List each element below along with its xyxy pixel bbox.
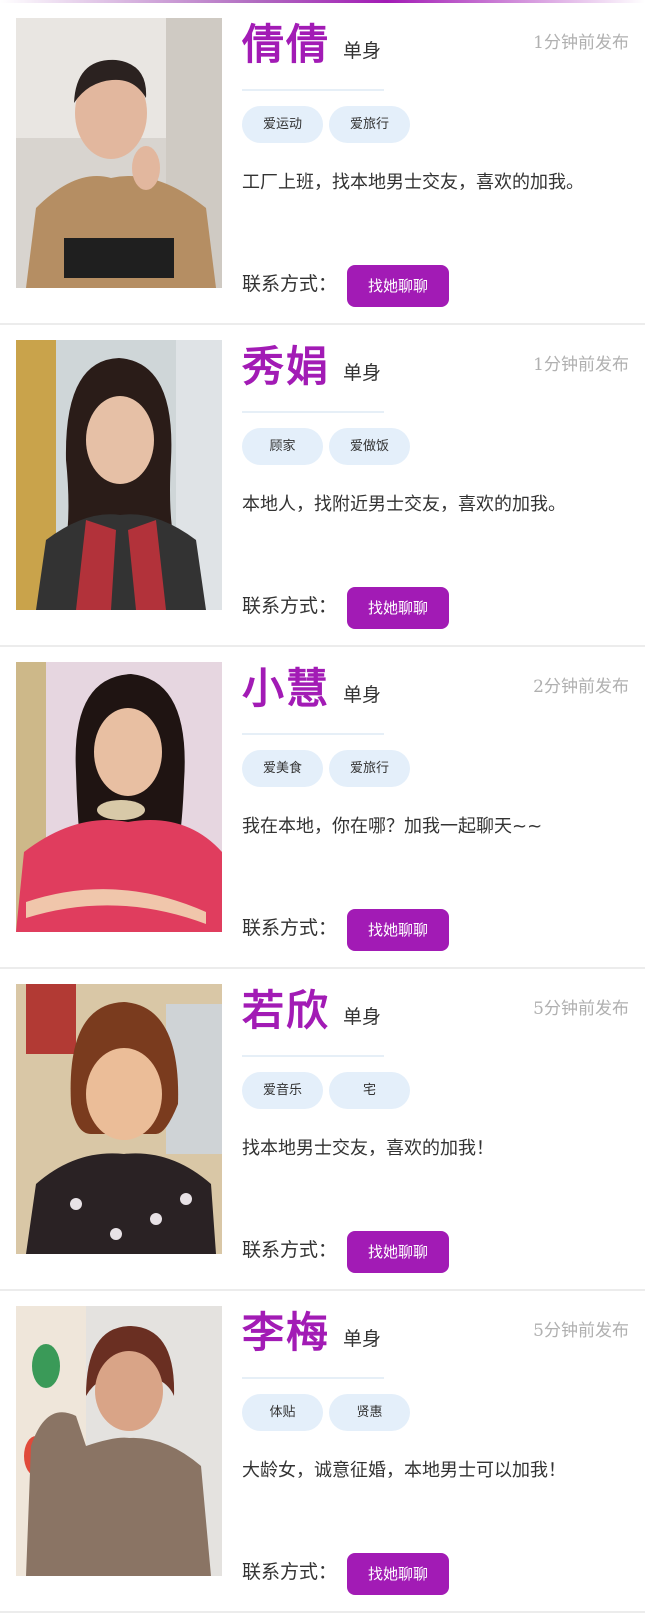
chat-button[interactable]: 找她聊聊 bbox=[347, 1553, 449, 1595]
name-divider bbox=[242, 89, 384, 91]
contact-label: 联系方式： bbox=[242, 595, 338, 617]
tag: 宅 bbox=[329, 1072, 410, 1109]
tag: 体贴 bbox=[242, 1394, 323, 1431]
relationship-status: 单身 bbox=[343, 684, 382, 706]
tag: 贤惠 bbox=[329, 1394, 410, 1431]
profile-name: 李梅 bbox=[242, 1308, 331, 1357]
profile-photo[interactable] bbox=[16, 18, 222, 288]
name-divider bbox=[242, 1055, 384, 1057]
profile-name: 秀娟 bbox=[242, 342, 331, 391]
profile-name: 小慧 bbox=[242, 664, 331, 713]
tag: 爱旅行 bbox=[329, 750, 410, 787]
profile-description: 工厂上班，找本地男士交友，喜欢的加我。 bbox=[242, 172, 584, 193]
profile-card: 若欣 单身 5分钟前发布 爱音乐 宅 找本地男士交友，喜欢的加我！ 联系方式： … bbox=[0, 969, 645, 1291]
contact-label: 联系方式： bbox=[242, 917, 338, 939]
tag: 爱美食 bbox=[242, 750, 323, 787]
profile-description: 大龄女，诚意征婚，本地男士可以加我！ bbox=[242, 1460, 566, 1481]
name-divider bbox=[242, 411, 384, 413]
tag: 爱做饭 bbox=[329, 428, 410, 465]
profile-photo[interactable] bbox=[16, 1306, 222, 1576]
post-time: 5分钟前发布 bbox=[533, 999, 629, 1019]
profile-photo[interactable] bbox=[16, 340, 222, 610]
profile-description: 我在本地，你在哪？加我一起聊天~~ bbox=[242, 816, 543, 837]
post-time: 1分钟前发布 bbox=[533, 355, 629, 375]
contact-label: 联系方式： bbox=[242, 1239, 338, 1261]
name-divider bbox=[242, 1377, 384, 1379]
name-divider bbox=[242, 733, 384, 735]
relationship-status: 单身 bbox=[343, 40, 382, 62]
tag: 爱运动 bbox=[242, 106, 323, 143]
profile-card: 小慧 单身 2分钟前发布 爱美食 爱旅行 我在本地，你在哪？加我一起聊天~~ 联… bbox=[0, 647, 645, 969]
chat-button[interactable]: 找她聊聊 bbox=[347, 265, 449, 307]
profile-description: 本地人，找附近男士交友，喜欢的加我。 bbox=[242, 494, 566, 515]
tag: 顾家 bbox=[242, 428, 323, 465]
relationship-status: 单身 bbox=[343, 1328, 382, 1350]
tag: 爱音乐 bbox=[242, 1072, 323, 1109]
profile-photo[interactable] bbox=[16, 984, 222, 1254]
profile-description: 找本地男士交友，喜欢的加我！ bbox=[242, 1138, 494, 1159]
profile-name: 若欣 bbox=[242, 986, 331, 1035]
chat-button[interactable]: 找她聊聊 bbox=[347, 1231, 449, 1273]
post-time: 2分钟前发布 bbox=[533, 677, 629, 697]
tag-list: 爱运动 爱旅行 bbox=[242, 106, 410, 143]
chat-button[interactable]: 找她聊聊 bbox=[347, 587, 449, 629]
post-time: 5分钟前发布 bbox=[533, 1321, 629, 1341]
chat-button[interactable]: 找她聊聊 bbox=[347, 909, 449, 951]
profile-card: 李梅 单身 5分钟前发布 体贴 贤惠 大龄女，诚意征婚，本地男士可以加我！ 联系… bbox=[0, 1291, 645, 1613]
tag-list: 体贴 贤惠 bbox=[242, 1394, 410, 1431]
profile-card: 秀娟 单身 1分钟前发布 顾家 爱做饭 本地人，找附近男士交友，喜欢的加我。 联… bbox=[0, 325, 645, 647]
profile-name: 倩倩 bbox=[242, 20, 331, 69]
tag-list: 爱美食 爱旅行 bbox=[242, 750, 410, 787]
post-time: 1分钟前发布 bbox=[533, 33, 629, 53]
tag-list: 顾家 爱做饭 bbox=[242, 428, 410, 465]
tag-list: 爱音乐 宅 bbox=[242, 1072, 410, 1109]
relationship-status: 单身 bbox=[343, 362, 382, 384]
relationship-status: 单身 bbox=[343, 1006, 382, 1028]
profile-photo[interactable] bbox=[16, 662, 222, 932]
profile-card: 倩倩 单身 1分钟前发布 爱运动 爱旅行 工厂上班，找本地男士交友，喜欢的加我。… bbox=[0, 3, 645, 325]
tag: 爱旅行 bbox=[329, 106, 410, 143]
contact-label: 联系方式： bbox=[242, 1561, 338, 1583]
contact-label: 联系方式： bbox=[242, 273, 338, 295]
